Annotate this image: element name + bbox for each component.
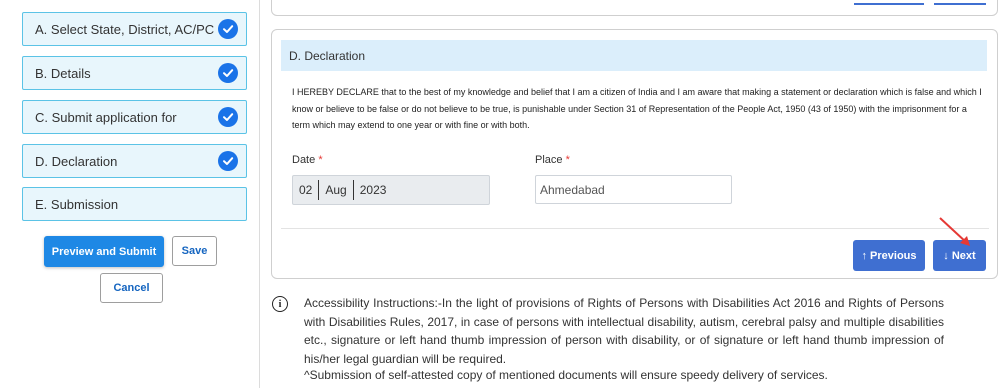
- preview-and-submit-button[interactable]: Preview and Submit: [44, 236, 164, 267]
- step-submit-application-for[interactable]: C. Submit application for: [22, 100, 247, 134]
- date-label: Date *: [292, 154, 323, 166]
- check-circle-icon: [218, 19, 238, 39]
- step-label: E. Submission: [35, 196, 119, 212]
- declaration-card: D. Declaration I HEREBY DECLARE that to …: [271, 29, 998, 279]
- step-details[interactable]: B. Details: [22, 56, 247, 90]
- step-declaration[interactable]: D. Declaration: [22, 144, 247, 178]
- info-icon: i: [272, 296, 288, 312]
- required-asterisk: *: [565, 154, 570, 166]
- date-separator: [318, 180, 320, 200]
- sidebar-divider: [259, 0, 260, 388]
- annotation-arrow-icon: [939, 217, 970, 246]
- place-label: Place *: [535, 154, 570, 166]
- step-label: B. Details: [35, 65, 91, 81]
- step-label: C. Submit application for: [35, 109, 177, 125]
- step-label: A. Select State, District, AC/PC: [35, 21, 215, 37]
- check-circle-icon: [218, 151, 238, 171]
- step-label: D. Declaration: [35, 153, 118, 169]
- required-asterisk: *: [318, 154, 323, 166]
- date-label-text: Date: [292, 154, 316, 166]
- place-label-text: Place: [535, 154, 563, 166]
- previous-button-partial[interactable]: [854, 0, 924, 5]
- date-separator: [352, 180, 354, 200]
- date-field[interactable]: 02 Aug 2023: [292, 175, 490, 205]
- card-divider: [281, 228, 989, 229]
- date-year: 2023: [359, 183, 387, 197]
- date-day: 02: [299, 183, 313, 197]
- previous-button[interactable]: ↑ Previous: [853, 240, 925, 271]
- section-header: D. Declaration: [281, 40, 987, 71]
- place-input[interactable]: Ahmedabad: [535, 175, 732, 204]
- check-circle-icon: [218, 107, 238, 127]
- previous-section-card: [271, 0, 998, 16]
- step-select-state[interactable]: A. Select State, District, AC/PC: [22, 12, 247, 46]
- save-button[interactable]: Save: [172, 236, 217, 266]
- accessibility-text: Accessibility Instructions:-In the light…: [304, 296, 944, 366]
- next-button-partial[interactable]: [934, 0, 986, 5]
- steps-sidebar: A. Select State, District, AC/PC B. Deta…: [0, 0, 260, 388]
- application-page: A. Select State, District, AC/PC B. Deta…: [0, 0, 1000, 388]
- date-month: Aug: [325, 183, 347, 197]
- accessibility-note: ^Submission of self-attested copy of men…: [304, 368, 828, 382]
- check-circle-icon: [218, 63, 238, 83]
- declaration-text: I HEREBY DECLARE that to the best of my …: [292, 87, 982, 130]
- step-submission[interactable]: E. Submission: [22, 187, 247, 221]
- cancel-button[interactable]: Cancel: [100, 273, 163, 303]
